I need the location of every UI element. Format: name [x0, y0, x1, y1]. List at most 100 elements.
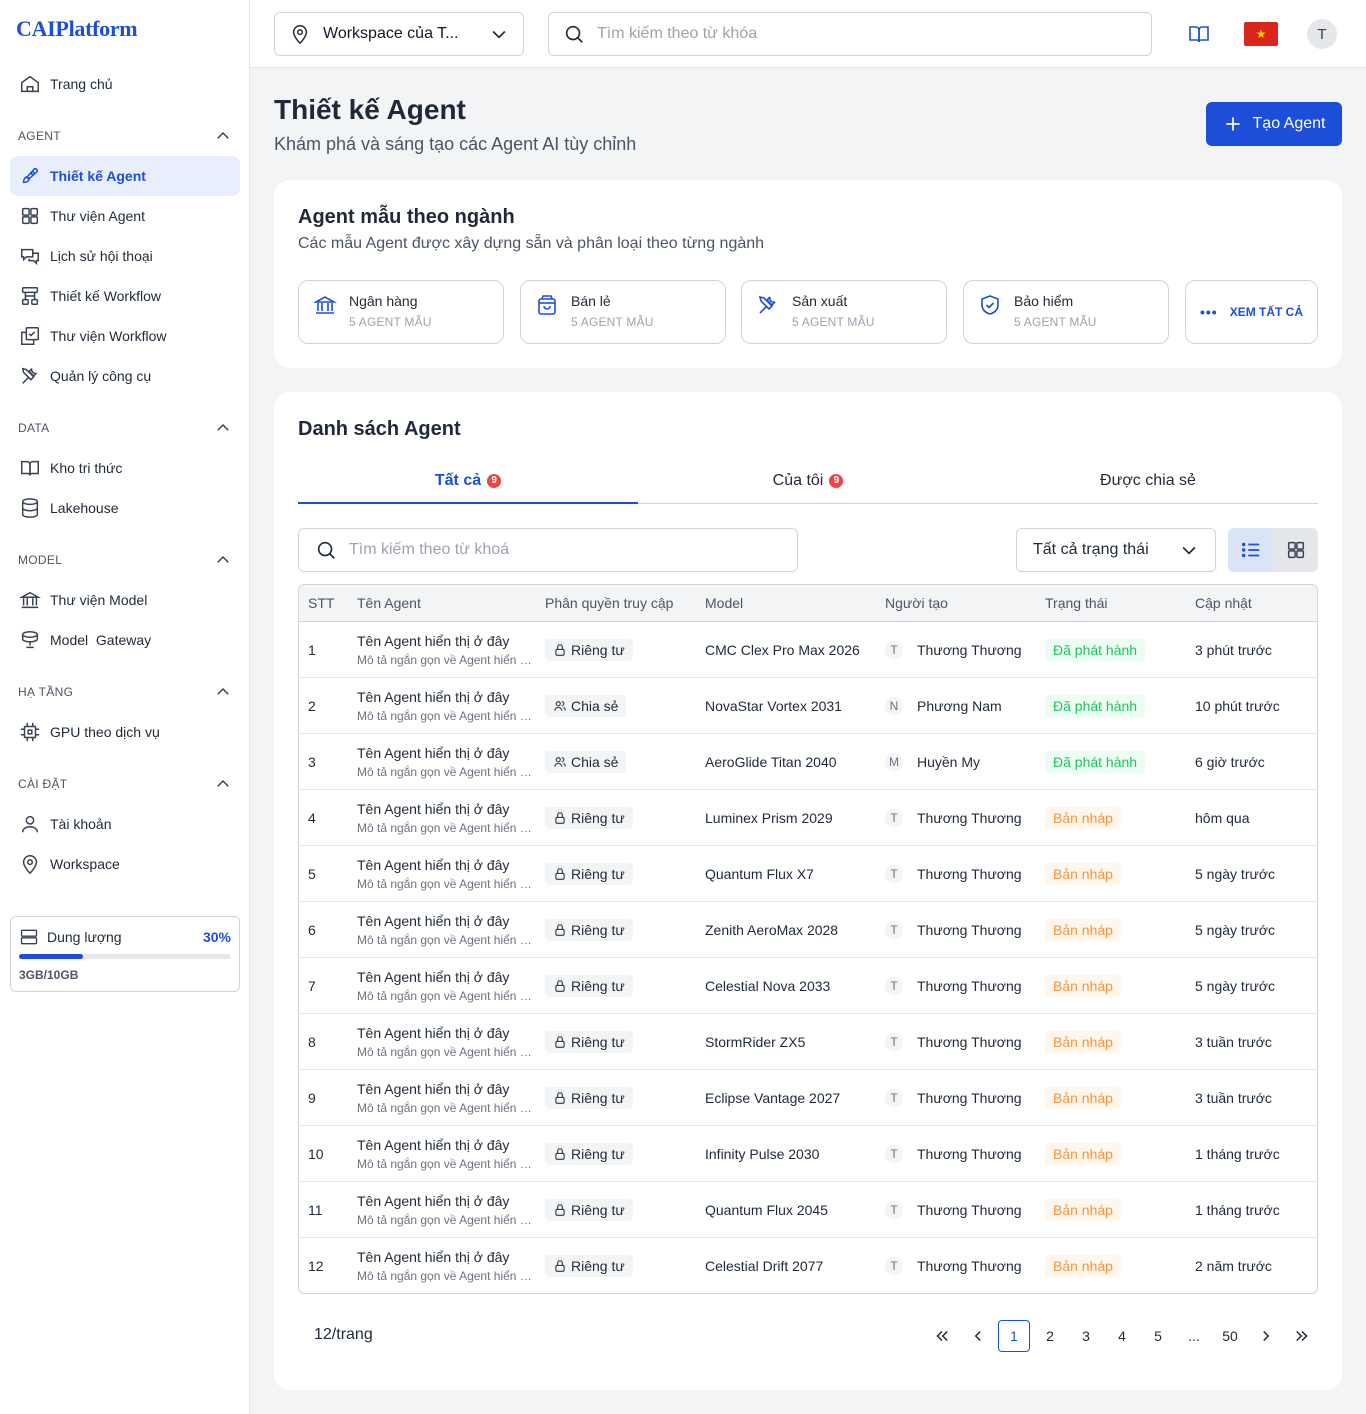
- next-page-button[interactable]: [1248, 1320, 1284, 1352]
- sidebar-item-gpu[interactable]: GPU theo dịch vụ: [10, 712, 240, 752]
- agent-name[interactable]: Tên Agent hiển thị ở đây: [357, 1249, 537, 1265]
- page-number-button[interactable]: 1: [998, 1320, 1030, 1352]
- industry-card-banking[interactable]: Ngân hàng 5 AGENT MẪU: [298, 280, 504, 344]
- sidebar-item-model-gateway[interactable]: Model Gateway: [10, 620, 240, 660]
- agent-name-cell: Tên Agent hiển thị ở đây Mô tả ngắn gọn v…: [349, 633, 537, 667]
- status-cell: Bản nháp: [1037, 1142, 1187, 1165]
- user-avatar[interactable]: T: [1307, 19, 1337, 49]
- lock-icon: [555, 643, 565, 656]
- table-row[interactable]: 5 Tên Agent hiển thị ở đây Mô tả ngắn gọn …: [299, 846, 1317, 902]
- sidebar-item-workflow-library[interactable]: Thư viện Workflow: [10, 316, 240, 356]
- creator-cell: T Thương Thương: [877, 1088, 1037, 1107]
- workflow-icon: [18, 284, 42, 308]
- sidebar-item-home[interactable]: Trang chủ: [10, 64, 240, 104]
- section-data[interactable]: DATA: [18, 419, 232, 437]
- create-agent-label: Tạo Agent: [1252, 115, 1326, 132]
- section-model[interactable]: MODEL: [18, 551, 232, 569]
- table-row[interactable]: 6 Tên Agent hiển thị ở đây Mô tả ngắn gọn …: [299, 902, 1317, 958]
- agent-name[interactable]: Tên Agent hiển thị ở đây: [357, 1137, 537, 1153]
- section-settings[interactable]: CÀI ĐẶT: [18, 775, 232, 793]
- agent-name[interactable]: Tên Agent hiển thị ở đây: [357, 913, 537, 929]
- tab-label: Được chia sẻ: [1100, 471, 1196, 489]
- table-row[interactable]: 12 Tên Agent hiển thị ở đây Mô tả ngắn gọn…: [299, 1238, 1317, 1293]
- creator-cell: M Huyền My: [877, 752, 1037, 771]
- app-logo[interactable]: CAIPlatform: [16, 16, 138, 42]
- table-row[interactable]: 3 Tên Agent hiển thị ở đây Mô tả ngắn gọn …: [299, 734, 1317, 790]
- section-agent[interactable]: AGENT: [18, 127, 232, 145]
- permission-tag: Chia sẻ: [545, 694, 627, 717]
- sidebar-item-workspace[interactable]: Workspace: [10, 844, 240, 884]
- section-infrastructure[interactable]: HẠ TẦNG: [18, 683, 232, 701]
- chat-bubbles-icon: [18, 244, 42, 268]
- column-header: Phân quyền truy cập: [545, 595, 674, 611]
- table-row[interactable]: 1 Tên Agent hiển thị ở đây Mô tả ngắn gọn …: [299, 622, 1317, 678]
- location-pin-icon: [292, 25, 308, 45]
- creator-name: Thương Thương: [917, 1145, 1022, 1162]
- global-search[interactable]: [548, 12, 1152, 56]
- agent-name[interactable]: Tên Agent hiển thị ở đây: [357, 745, 537, 761]
- sidebar-item-agent-library[interactable]: Thư viện Agent: [10, 196, 240, 236]
- agent-name-cell: Tên Agent hiển thị ở đây Mô tả ngắn gọn v…: [349, 1249, 537, 1283]
- prev-page-button[interactable]: [960, 1320, 996, 1352]
- agent-name-cell: Tên Agent hiển thị ở đây Mô tả ngắn gọn v…: [349, 745, 537, 779]
- agent-name[interactable]: Tên Agent hiển thị ở đây: [357, 1081, 537, 1097]
- industry-card-insurance[interactable]: Bảo hiểm 5 AGENT MẪU: [963, 280, 1169, 344]
- section-title: CÀI ĐẶT: [18, 777, 68, 791]
- table-row[interactable]: 10 Tên Agent hiển thị ở đây Mô tả ngắn gọn…: [299, 1126, 1317, 1182]
- sidebar-item-account[interactable]: Tài khoản: [10, 804, 240, 844]
- tab-all[interactable]: Tất cả 9: [298, 458, 638, 504]
- vietnam-flag-icon[interactable]: ★: [1244, 22, 1278, 46]
- agent-name[interactable]: Tên Agent hiển thị ở đây: [357, 1025, 537, 1041]
- page-number-button[interactable]: 4: [1104, 1320, 1140, 1352]
- per-page-select[interactable]: 12/trang: [314, 1326, 373, 1344]
- page-number-button[interactable]: 50: [1212, 1320, 1248, 1352]
- sidebar-item-knowledge-base[interactable]: Kho tri thức: [10, 448, 240, 488]
- sidebar-item-tool-management[interactable]: Quản lý công cụ: [10, 356, 240, 396]
- see-all-templates-button[interactable]: ••• XEM TẤT CẢ: [1185, 280, 1318, 344]
- tab-shared[interactable]: Được chia sẻ: [978, 458, 1318, 503]
- industry-name: Sản xuất: [792, 293, 848, 309]
- create-agent-button[interactable]: Tạo Agent: [1206, 102, 1342, 146]
- table-row[interactable]: 8 Tên Agent hiển thị ở đây Mô tả ngắn gọn …: [299, 1014, 1317, 1070]
- agent-name[interactable]: Tên Agent hiển thị ở đây: [357, 857, 537, 873]
- sidebar-item-lakehouse[interactable]: Lakehouse: [10, 488, 240, 528]
- workspace-select[interactable]: Workspace của T...: [274, 12, 524, 56]
- docs-book-icon[interactable]: [1186, 22, 1212, 46]
- agent-search-input[interactable]: [349, 541, 781, 559]
- chevron-left-icon: [974, 1330, 981, 1342]
- table-row[interactable]: 7 Tên Agent hiển thị ở đây Mô tả ngắn gọn …: [299, 958, 1317, 1014]
- updated-time: 3 phút trước: [1195, 641, 1272, 658]
- column-header: Cập nhật: [1195, 595, 1252, 611]
- first-page-button[interactable]: [924, 1320, 960, 1352]
- tab-mine[interactable]: Của tôi 9: [638, 458, 978, 503]
- sidebar-item-workflow-design[interactable]: Thiết kế Workflow: [10, 276, 240, 316]
- permission-label: Chia sẻ: [571, 753, 619, 770]
- last-page-button[interactable]: [1284, 1320, 1320, 1352]
- sidebar-item-model-library[interactable]: Thư viện Model: [10, 580, 240, 620]
- table-row[interactable]: 2 Tên Agent hiển thị ở đây Mô tả ngắn gọn …: [299, 678, 1317, 734]
- sidebar-item-chat-history[interactable]: Lịch sử hội thoại: [10, 236, 240, 276]
- permission-cell: Riêng tư: [537, 806, 697, 829]
- column-header: Model: [705, 595, 744, 611]
- list-view-button[interactable]: [1228, 528, 1273, 572]
- share-users-icon: [554, 700, 566, 711]
- agent-name[interactable]: Tên Agent hiển thị ở đây: [357, 1193, 537, 1209]
- table-row[interactable]: 11 Tên Agent hiển thị ở đây Mô tả ngắn gọn…: [299, 1182, 1317, 1238]
- agent-search[interactable]: [298, 528, 798, 572]
- page-number-button[interactable]: 2: [1032, 1320, 1068, 1352]
- global-search-input[interactable]: [597, 25, 1137, 43]
- table-row[interactable]: 9 Tên Agent hiển thị ở đây Mô tả ngắn gọn …: [299, 1070, 1317, 1126]
- industry-card-retail[interactable]: Bán lẻ 5 AGENT MẪU: [520, 280, 726, 344]
- agent-name[interactable]: Tên Agent hiển thị ở đây: [357, 633, 537, 649]
- page-number-button[interactable]: 3: [1068, 1320, 1104, 1352]
- agent-name[interactable]: Tên Agent hiển thị ở đây: [357, 969, 537, 985]
- status-badge: Bản nháp: [1045, 1255, 1121, 1277]
- grid-view-button[interactable]: [1273, 528, 1318, 572]
- industry-card-manufacturing[interactable]: Sản xuất 5 AGENT MẪU: [741, 280, 947, 344]
- sidebar-item-agent-design[interactable]: Thiết kế Agent: [10, 156, 240, 196]
- status-filter-select[interactable]: Tất cả trạng thái: [1016, 528, 1216, 572]
- agent-name[interactable]: Tên Agent hiển thị ở đây: [357, 801, 537, 817]
- agent-name[interactable]: Tên Agent hiển thị ở đây: [357, 689, 537, 705]
- page-number-button[interactable]: 5: [1140, 1320, 1176, 1352]
- table-row[interactable]: 4 Tên Agent hiển thị ở đây Mô tả ngắn gọn …: [299, 790, 1317, 846]
